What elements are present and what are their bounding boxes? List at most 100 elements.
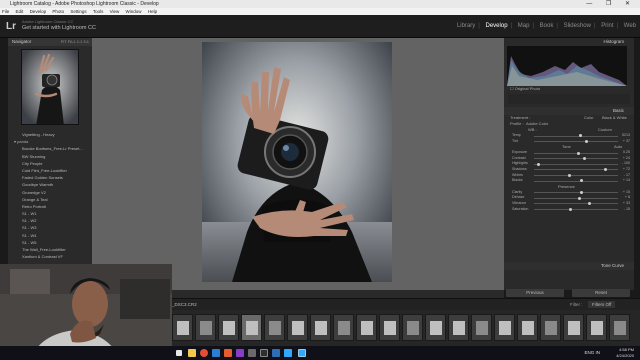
menu-photo[interactable]: Photo	[52, 9, 64, 14]
histogram[interactable]	[507, 46, 627, 86]
preset-item[interactable]: Cold Fiint_Free-Lookfilter	[8, 167, 92, 174]
preset-item[interactable]: S1 - W3	[8, 224, 92, 231]
app-icon[interactable]	[272, 349, 280, 357]
tool-strip[interactable]	[508, 94, 630, 104]
filmstrip-thumbnail[interactable]	[540, 314, 561, 341]
clock[interactable]: 4:58 PM 4/24/2020	[616, 347, 634, 358]
menu-edit[interactable]: Edit	[16, 9, 24, 14]
module-slideshow[interactable]: Slideshow	[564, 23, 591, 29]
chrome-icon[interactable]	[200, 349, 208, 357]
filmstrip-thumbnail[interactable]	[218, 314, 239, 341]
slider-knob[interactable]	[584, 139, 588, 143]
navigator-preview[interactable]	[21, 49, 79, 125]
histogram-header[interactable]: Histogram	[504, 38, 634, 46]
filmstrip-thumbnail[interactable]	[425, 314, 446, 341]
slider-knob[interactable]	[577, 151, 581, 155]
previous-button[interactable]: Previous	[506, 289, 564, 297]
photoshop-icon[interactable]	[284, 349, 292, 357]
preset-item[interactable]: City People	[8, 160, 92, 167]
menu-file[interactable]: File	[2, 9, 9, 14]
module-print[interactable]: Print	[601, 23, 613, 29]
filmstrip-thumbnail[interactable]	[264, 314, 285, 341]
slider-saturation[interactable]: Saturation - 15	[504, 207, 634, 213]
module-book[interactable]: Book	[540, 23, 554, 29]
filmstrip-thumbnail[interactable]	[333, 314, 354, 341]
preset-item[interactable]: Brooke Bonfsms_Free-Lr Preset...	[8, 145, 92, 152]
slider-knob[interactable]	[603, 168, 607, 172]
folder-icon[interactable]	[188, 349, 196, 357]
filmstrip-thumbnail[interactable]	[310, 314, 331, 341]
navigator-zoom-options[interactable]: FIT FILL 1:1 3:1	[61, 38, 89, 46]
original-photo-toggle[interactable]: ☐ Original Photo	[504, 86, 634, 92]
obs-icon[interactable]	[260, 349, 268, 357]
preset-item[interactable]: S1 - W1	[8, 210, 92, 217]
filmstrip-thumbnail[interactable]	[471, 314, 492, 341]
preset-item[interactable]: Retro Portrait	[8, 203, 92, 210]
filmstrip-thumbnail[interactable]	[586, 314, 607, 341]
preset-item[interactable]: BW Stunning	[8, 153, 92, 160]
preset-item[interactable]: S1 - W2	[8, 217, 92, 224]
slider-value[interactable]: - 15	[624, 207, 630, 213]
filmstrip-thumbnail[interactable]	[379, 314, 400, 341]
slider-knob[interactable]	[587, 202, 591, 206]
slider-track[interactable]	[534, 151, 618, 155]
module-library[interactable]: Library	[457, 23, 475, 29]
filmstrip-thumbnail[interactable]	[356, 314, 377, 341]
filmstrip-thumbnail[interactable]	[563, 314, 584, 341]
steam-icon[interactable]	[248, 349, 256, 357]
slider-track[interactable]	[534, 202, 618, 206]
preset-item[interactable]: S1 - W4	[8, 232, 92, 239]
powerpoint-icon[interactable]	[224, 349, 232, 357]
slider-track[interactable]	[534, 196, 618, 200]
slider-knob[interactable]	[580, 179, 584, 183]
filmstrip-thumbnail[interactable]	[494, 314, 515, 341]
preset-item[interactable]: The Wall_Free-Lookfilter	[8, 246, 92, 253]
preset-item[interactable]: S1 - W5	[8, 239, 92, 246]
media-icon[interactable]	[236, 349, 244, 357]
slider-track[interactable]	[534, 179, 618, 183]
preset-item[interactable]: Vignetting - Heavy	[8, 131, 92, 138]
lightroom-taskbar-icon[interactable]	[298, 349, 306, 357]
language-indicator[interactable]: ENG IN	[584, 350, 600, 355]
menu-develop[interactable]: Develop	[30, 9, 47, 14]
menu-view[interactable]: View	[110, 9, 120, 14]
filmstrip-thumbnail[interactable]	[287, 314, 308, 341]
filmstrip-thumbnail[interactable]	[195, 314, 216, 341]
window-controls[interactable]: — ❐ ✕	[586, 0, 636, 8]
tone-curve-header[interactable]: Tone Curve	[504, 262, 634, 270]
menu-help[interactable]: Help	[148, 9, 157, 14]
main-photo[interactable]	[202, 42, 392, 282]
menu-window[interactable]: Window	[126, 9, 142, 14]
slider-track[interactable]	[534, 139, 618, 143]
slider-knob[interactable]	[582, 157, 586, 161]
filmstrip-thumbnail[interactable]	[172, 314, 193, 341]
preset-item[interactable]: Faded Golden Sunsets	[8, 174, 92, 181]
navigator-header[interactable]: Navigator FIT FILL 1:1 3:1	[8, 38, 92, 46]
reset-button[interactable]: Reset	[572, 289, 630, 297]
slider-knob[interactable]	[567, 173, 571, 177]
slider-track[interactable]	[534, 134, 618, 138]
filter-select[interactable]: Filters Off	[588, 301, 616, 308]
preset-item[interactable]: Xantium & Contrast VF	[8, 253, 92, 260]
slider-track[interactable]	[534, 162, 618, 166]
preset-item[interactable]: Orange & Teal	[8, 196, 92, 203]
filmstrip-thumbnail[interactable]	[448, 314, 469, 341]
module-develop[interactable]: Develop	[486, 23, 508, 29]
menu-settings[interactable]: Settings	[70, 9, 86, 14]
identity-big-text[interactable]: Get started with Lightroom CC	[22, 25, 96, 31]
slider-track[interactable]	[534, 157, 618, 161]
filmstrip-thumbnail[interactable]	[402, 314, 423, 341]
preset-item[interactable]: Grunedge V2	[8, 189, 92, 196]
filmstrip-thumbnail[interactable]	[241, 314, 262, 341]
module-web[interactable]: Web	[624, 23, 636, 29]
preset-item[interactable]: Goodbye Warmth	[8, 181, 92, 188]
slider-knob[interactable]	[568, 207, 572, 211]
slider-track[interactable]	[534, 168, 618, 172]
module-map[interactable]: Map	[518, 23, 530, 29]
slider-knob[interactable]	[578, 134, 582, 138]
slider-track[interactable]	[534, 207, 618, 211]
slider-track[interactable]	[534, 173, 618, 177]
slider-track[interactable]	[534, 191, 618, 195]
slider-knob[interactable]	[577, 196, 581, 200]
slider-knob[interactable]	[580, 191, 584, 195]
